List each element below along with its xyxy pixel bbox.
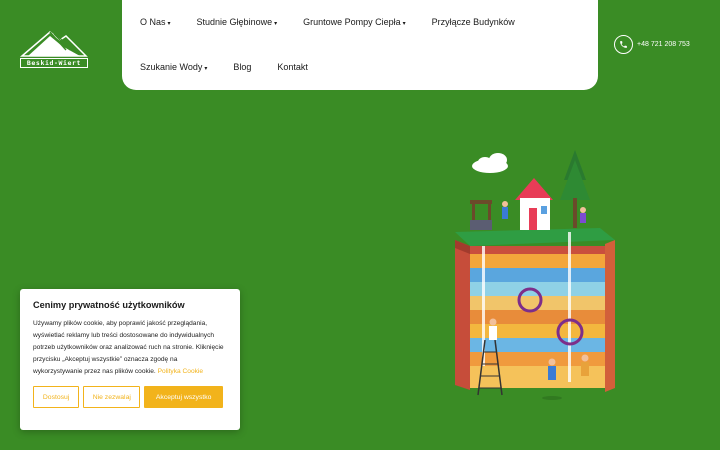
hero-illustration: [440, 140, 630, 410]
nav-row-primary: O Nas ▾ Studnie Głębinowe ▾ Gruntowe Pom…: [140, 17, 541, 27]
cookie-consent-dialog: Cenimy prywatność użytkowników Używamy p…: [20, 289, 240, 430]
accept-all-button[interactable]: Akceptuj wszystko: [144, 386, 223, 408]
cookie-body: Używamy plików cookie, aby poprawić jako…: [33, 318, 227, 378]
nav-label: Kontakt: [277, 62, 308, 72]
nav-panel: O Nas ▾ Studnie Głębinowe ▾ Gruntowe Pom…: [122, 0, 598, 90]
chevron-down-icon: ▾: [167, 20, 171, 27]
cookie-body-text: Używamy plików cookie, aby poprawić jako…: [33, 320, 224, 375]
chevron-down-icon: ▾: [204, 65, 208, 72]
nav-item-szukanie-wody[interactable]: Szukanie Wody ▾: [140, 62, 207, 72]
nav-item-pompy[interactable]: Gruntowe Pompy Ciepła ▾: [303, 17, 406, 27]
chevron-down-icon: ▾: [402, 20, 406, 27]
nav-label: Studnie Głębinowe: [196, 17, 273, 27]
chevron-down-icon: ▾: [274, 20, 278, 27]
cookie-button-row: Dostosuj Nie zezwalaj Akceptuj wszystko: [33, 386, 227, 408]
logo-text: Beskid-Wiert: [20, 58, 88, 68]
phone-link[interactable]: +48 721 208 753: [614, 35, 690, 54]
nav-label: O Nas: [140, 17, 166, 27]
nav-label: Szukanie Wody: [140, 62, 203, 72]
nav-label: Blog: [233, 62, 252, 72]
cookie-title: Cenimy prywatność użytkowników: [33, 300, 185, 310]
nav-row-secondary: Szukanie Wody ▾ Blog Kontakt: [140, 62, 334, 72]
nav-item-o-nas[interactable]: O Nas ▾: [140, 17, 171, 27]
nav-item-blog[interactable]: Blog: [233, 62, 251, 72]
phone-icon: [614, 35, 633, 54]
logo-mountain-icon: [20, 31, 88, 57]
nav-item-kontakt[interactable]: Kontakt: [277, 62, 308, 72]
cookie-policy-link[interactable]: Polityka Cookie: [158, 368, 203, 375]
reject-button[interactable]: Nie zezwalaj: [83, 386, 141, 408]
nav-item-przylacze[interactable]: Przyłącze Budynków: [432, 17, 515, 27]
phone-number: +48 721 208 753: [637, 41, 690, 48]
logo[interactable]: Beskid-Wiert: [20, 28, 88, 68]
nav-label: Gruntowe Pompy Ciepła: [303, 17, 401, 27]
nav-label: Przyłącze Budynków: [431, 17, 515, 27]
nav-item-studnie[interactable]: Studnie Głębinowe ▾: [197, 17, 278, 27]
customize-button[interactable]: Dostosuj: [33, 386, 80, 408]
